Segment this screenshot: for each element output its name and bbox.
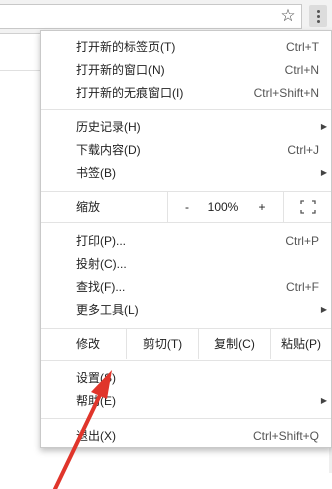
menu-item-shortcut: Ctrl+Shift+N xyxy=(253,86,319,100)
paste-button[interactable]: 粘贴(P) xyxy=(270,329,331,359)
menu-item-cast[interactable]: 投射(C)... xyxy=(41,253,331,275)
bookmark-star-icon[interactable]: ☆ xyxy=(277,5,299,27)
menu-item-shortcut: Ctrl+P xyxy=(285,234,319,248)
menu-item-new-incognito-window[interactable]: 打开新的无痕窗口(I) Ctrl+Shift+N xyxy=(41,82,331,104)
fullscreen-icon[interactable] xyxy=(300,200,316,214)
menu-item-new-window[interactable]: 打开新的窗口(N) Ctrl+N xyxy=(41,59,331,81)
menu-item-label: 下载内容(D) xyxy=(76,143,141,157)
menu-item-label: 打开新的窗口(N) xyxy=(76,63,165,77)
menu-item-label: 打开新的标签页(T) xyxy=(76,40,176,54)
menu-item-label: 打印(P)... xyxy=(76,234,126,248)
menu-separator xyxy=(41,109,331,110)
copy-button[interactable]: 复制(C) xyxy=(198,329,270,359)
menu-zoom-row: 缩放 - 100% + xyxy=(41,192,331,222)
menu-item-bookmarks[interactable]: 书签(B) ▶ xyxy=(41,162,331,184)
submenu-arrow-icon: ▶ xyxy=(320,396,327,405)
menu-item-print[interactable]: 打印(P)... Ctrl+P xyxy=(41,230,331,252)
menu-separator xyxy=(41,360,331,361)
chrome-main-menu: 打开新的标签页(T) Ctrl+T 打开新的窗口(N) Ctrl+N 打开新的无… xyxy=(40,30,332,448)
menu-item-label: 历史记录(H) xyxy=(76,120,141,134)
submenu-arrow-icon: ▶ xyxy=(320,305,327,314)
zoom-in-button[interactable]: + xyxy=(255,192,269,222)
menu-item-label: 退出(X) xyxy=(76,429,116,443)
menu-separator xyxy=(41,222,331,223)
menu-item-shortcut: Ctrl+F xyxy=(286,280,319,294)
menu-item-label: 更多工具(L) xyxy=(76,303,139,317)
menu-item-shortcut: Ctrl+T xyxy=(286,40,319,54)
menu-item-history[interactable]: 历史记录(H) ▶ xyxy=(41,116,331,138)
menu-item-shortcut: Ctrl+N xyxy=(284,63,319,77)
menu-item-label: 打开新的无痕窗口(I) xyxy=(76,86,184,100)
zoom-divider xyxy=(167,192,168,222)
menu-item-label: 投射(C)... xyxy=(76,257,127,271)
menu-item-downloads[interactable]: 下载内容(D) Ctrl+J xyxy=(41,139,331,161)
browser-toolbar: ☆ xyxy=(0,0,332,34)
zoom-level: 100% xyxy=(207,200,239,214)
menu-item-find[interactable]: 查找(F)... Ctrl+F xyxy=(41,276,331,298)
menu-item-label: 查找(F)... xyxy=(76,280,126,294)
menu-item-exit[interactable]: 退出(X) Ctrl+Shift+Q xyxy=(41,425,331,447)
cut-button[interactable]: 剪切(T) xyxy=(126,329,198,359)
more-vert-icon[interactable] xyxy=(309,5,327,27)
submenu-arrow-icon: ▶ xyxy=(320,168,327,177)
menu-item-label: 设置(S) xyxy=(76,371,116,385)
zoom-out-button[interactable]: - xyxy=(180,192,194,222)
zoom-label: 缩放 xyxy=(76,200,101,214)
menu-item-label: 帮助(E) xyxy=(76,394,116,408)
menu-item-shortcut: Ctrl+Shift+Q xyxy=(252,429,319,443)
page-content-edge xyxy=(0,36,40,71)
submenu-arrow-icon: ▶ xyxy=(320,122,327,131)
zoom-divider xyxy=(283,192,284,222)
address-bar[interactable] xyxy=(0,4,302,29)
menu-item-label: 书签(B) xyxy=(76,166,116,180)
menu-edit-row: 修改 剪切(T) 复制(C) 粘贴(P) xyxy=(41,329,331,359)
menu-item-more-tools[interactable]: 更多工具(L) ▶ xyxy=(41,299,331,321)
menu-item-shortcut: Ctrl+J xyxy=(287,143,319,157)
menu-separator xyxy=(41,418,331,419)
menu-item-settings[interactable]: 设置(S) xyxy=(41,367,331,389)
menu-item-help[interactable]: 帮助(E) ▶ xyxy=(41,390,331,412)
menu-item-new-tab[interactable]: 打开新的标签页(T) Ctrl+T xyxy=(41,36,331,58)
edit-label: 修改 xyxy=(76,337,101,351)
